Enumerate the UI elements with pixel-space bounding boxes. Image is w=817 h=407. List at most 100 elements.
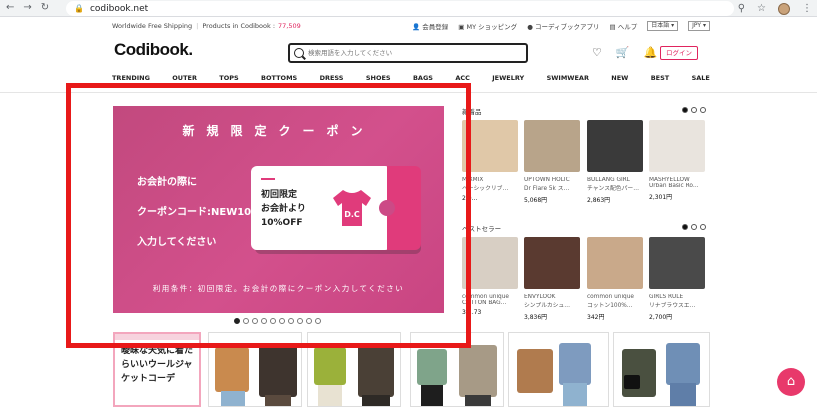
banner-footer: 利用条件：初回限定。お会計の際にクーポン入力してください — [152, 284, 405, 293]
nav-item-swimwear[interactable]: SWIMWEAR — [547, 74, 589, 88]
help-label: ヘルプ — [617, 23, 638, 31]
product-image — [587, 237, 643, 289]
menu-icon[interactable]: ⋮ — [802, 3, 812, 14]
tshirt-icon: D.C — [333, 190, 371, 226]
person-icon: 👤 — [412, 23, 421, 31]
nav-item-bottoms[interactable]: BOTTOMS — [261, 74, 297, 88]
banner-page-dot[interactable] — [252, 318, 258, 324]
browser-nav: ← → ↻ — [0, 0, 49, 16]
nav-item-bags[interactable]: BAGS — [413, 74, 433, 88]
utility-bar: Worldwide Free Shipping | Products in Co… — [112, 19, 710, 33]
nav-item-jewelry[interactable]: JEWELRY — [492, 74, 524, 88]
product-price: 2,0… — [462, 195, 478, 202]
pager-dot[interactable] — [691, 107, 697, 113]
pager-dot[interactable] — [682, 224, 688, 230]
product-card[interactable]: UPTOWN HOLIC Dr Flare 5k ス… 5,068円 — [524, 120, 580, 204]
help-link[interactable]: ▤ ヘルプ — [609, 21, 637, 31]
banner-page-dot[interactable] — [288, 318, 294, 324]
pager-dot[interactable] — [700, 107, 706, 113]
zoom-icon[interactable]: ⚲ — [738, 3, 745, 14]
product-price: 5,068円 — [524, 197, 548, 204]
banner-page-dot[interactable] — [315, 318, 321, 324]
banner-page-dot[interactable] — [279, 318, 285, 324]
currency-value: JPY — [692, 22, 702, 29]
nav-item-dress[interactable]: DRESS — [320, 74, 344, 88]
signup-link[interactable]: 👤 会員登録 — [412, 21, 448, 31]
hanger-fab-button[interactable]: ⌂ — [777, 368, 805, 396]
coordi-card[interactable] — [410, 332, 504, 407]
product-card[interactable]: MIXMIX ベーシックリブ… 2,0… — [462, 120, 518, 202]
coordi-card[interactable] — [613, 332, 710, 407]
product-price: 2,301円 — [649, 194, 673, 201]
pager-dot[interactable] — [691, 224, 697, 230]
ticket-line-1: 初回限定 — [261, 190, 298, 200]
product-card[interactable]: MASHYELLOW Urban Basic Ro… 2,301円 — [649, 120, 705, 201]
nav-item-sale[interactable]: SALE — [692, 74, 710, 88]
currency-select[interactable]: JPY ▾ — [688, 21, 710, 31]
nav-item-new[interactable]: NEW — [611, 74, 628, 88]
nav-item-trending[interactable]: TRENDING — [112, 74, 150, 88]
bag-icon: ▣ — [458, 23, 465, 31]
coordi-card[interactable] — [208, 332, 302, 407]
coordi-text-line: 曖昧な天気に着た — [121, 346, 194, 356]
product-image — [649, 237, 705, 289]
banner-page-dot[interactable] — [261, 318, 267, 324]
my-shopping-link[interactable]: ▣ MY ショッピング — [458, 21, 517, 31]
site-logo[interactable]: Codibook. — [114, 40, 193, 60]
product-price: 3,836円 — [524, 314, 548, 321]
product-card[interactable]: BULLANG GIRL チャンス配色パー… 2,863円 — [587, 120, 643, 204]
help-icon: ▤ — [609, 23, 616, 31]
browser-toolbar: ← → ↻ 🔒 codibook.net ⚲ ☆ ⋮ — [0, 0, 817, 17]
product-card[interactable]: ENVYLOOK シンプルカシュ… 3,836円 — [524, 237, 580, 321]
coordi-title-card[interactable]: 曖昧な天気に着た らいいウールジャ ケットコーデ — [113, 332, 201, 407]
outfit-image — [622, 343, 700, 406]
product-card[interactable]: common unique COTTON BAG… 3,…73 — [462, 237, 518, 316]
my-shopping-label: MY ショッピング — [466, 23, 518, 31]
address-bar[interactable]: 🔒 codibook.net — [66, 1, 734, 16]
profile-avatar-icon[interactable] — [778, 2, 790, 15]
coupon-banner[interactable]: 新規限定クーポン お会計の際に クーポンコード:NEW10 入力してください 初… — [113, 106, 444, 313]
nav-item-acc[interactable]: ACC — [455, 74, 470, 88]
lock-icon: 🔒 — [74, 4, 84, 13]
product-card[interactable]: common unique コットン100%… 342円 — [587, 237, 643, 321]
pager-dot[interactable] — [682, 107, 688, 113]
new-products-title: 新着品 — [462, 108, 482, 116]
cart-icon[interactable]: 🛒 — [616, 46, 630, 59]
coordi-app-link[interactable]: ● コーディブックアプリ — [527, 21, 599, 31]
banner-page-dot[interactable] — [306, 318, 312, 324]
product-name: Urban Basic Ro… — [649, 183, 699, 189]
heart-icon[interactable]: ♡ — [592, 46, 602, 59]
search-input[interactable] — [308, 49, 508, 57]
banner-line-2: クーポンコード:NEW10 — [137, 207, 252, 218]
star-icon[interactable]: ☆ — [757, 3, 766, 14]
nav-item-outer[interactable]: OUTER — [172, 74, 197, 88]
banner-page-dot[interactable] — [243, 318, 249, 324]
coordi-card-text: 曖昧な天気に着た らいいウールジャ ケットコーデ — [121, 344, 193, 386]
banner-page-dot[interactable] — [297, 318, 303, 324]
nav-item-shoes[interactable]: SHOES — [366, 74, 391, 88]
product-price: 342円 — [587, 314, 605, 321]
product-card[interactable]: GIRLS RULE リナブラウスエ… 2,700円 — [649, 237, 705, 321]
reload-icon[interactable]: ↻ — [41, 0, 49, 16]
coordi-card[interactable] — [508, 332, 609, 407]
nav-item-best[interactable]: BEST — [651, 74, 670, 88]
nav-item-tops[interactable]: TOPS — [219, 74, 238, 88]
shipping-text: Worldwide Free Shipping — [112, 22, 193, 30]
product-price: 2,863円 — [587, 197, 611, 204]
banner-line-1: お会計の際に — [137, 177, 197, 188]
login-button[interactable]: ログイン — [660, 46, 698, 60]
nav-divider — [0, 92, 817, 93]
pager-dot[interactable] — [700, 224, 706, 230]
url-text: codibook.net — [89, 3, 149, 14]
forward-icon[interactable]: → — [23, 0, 31, 16]
banner-page-dot[interactable] — [234, 318, 240, 324]
search-icon[interactable] — [294, 48, 304, 58]
bell-icon[interactable]: 🔔 — [644, 46, 658, 59]
product-image — [524, 237, 580, 289]
search-box[interactable] — [288, 43, 528, 63]
coordi-card[interactable] — [307, 332, 401, 407]
language-select[interactable]: 日本語 ▾ — [647, 21, 679, 31]
banner-page-dot[interactable] — [270, 318, 276, 324]
back-icon[interactable]: ← — [6, 0, 14, 16]
product-name: リナブラウスエ… — [649, 303, 696, 309]
